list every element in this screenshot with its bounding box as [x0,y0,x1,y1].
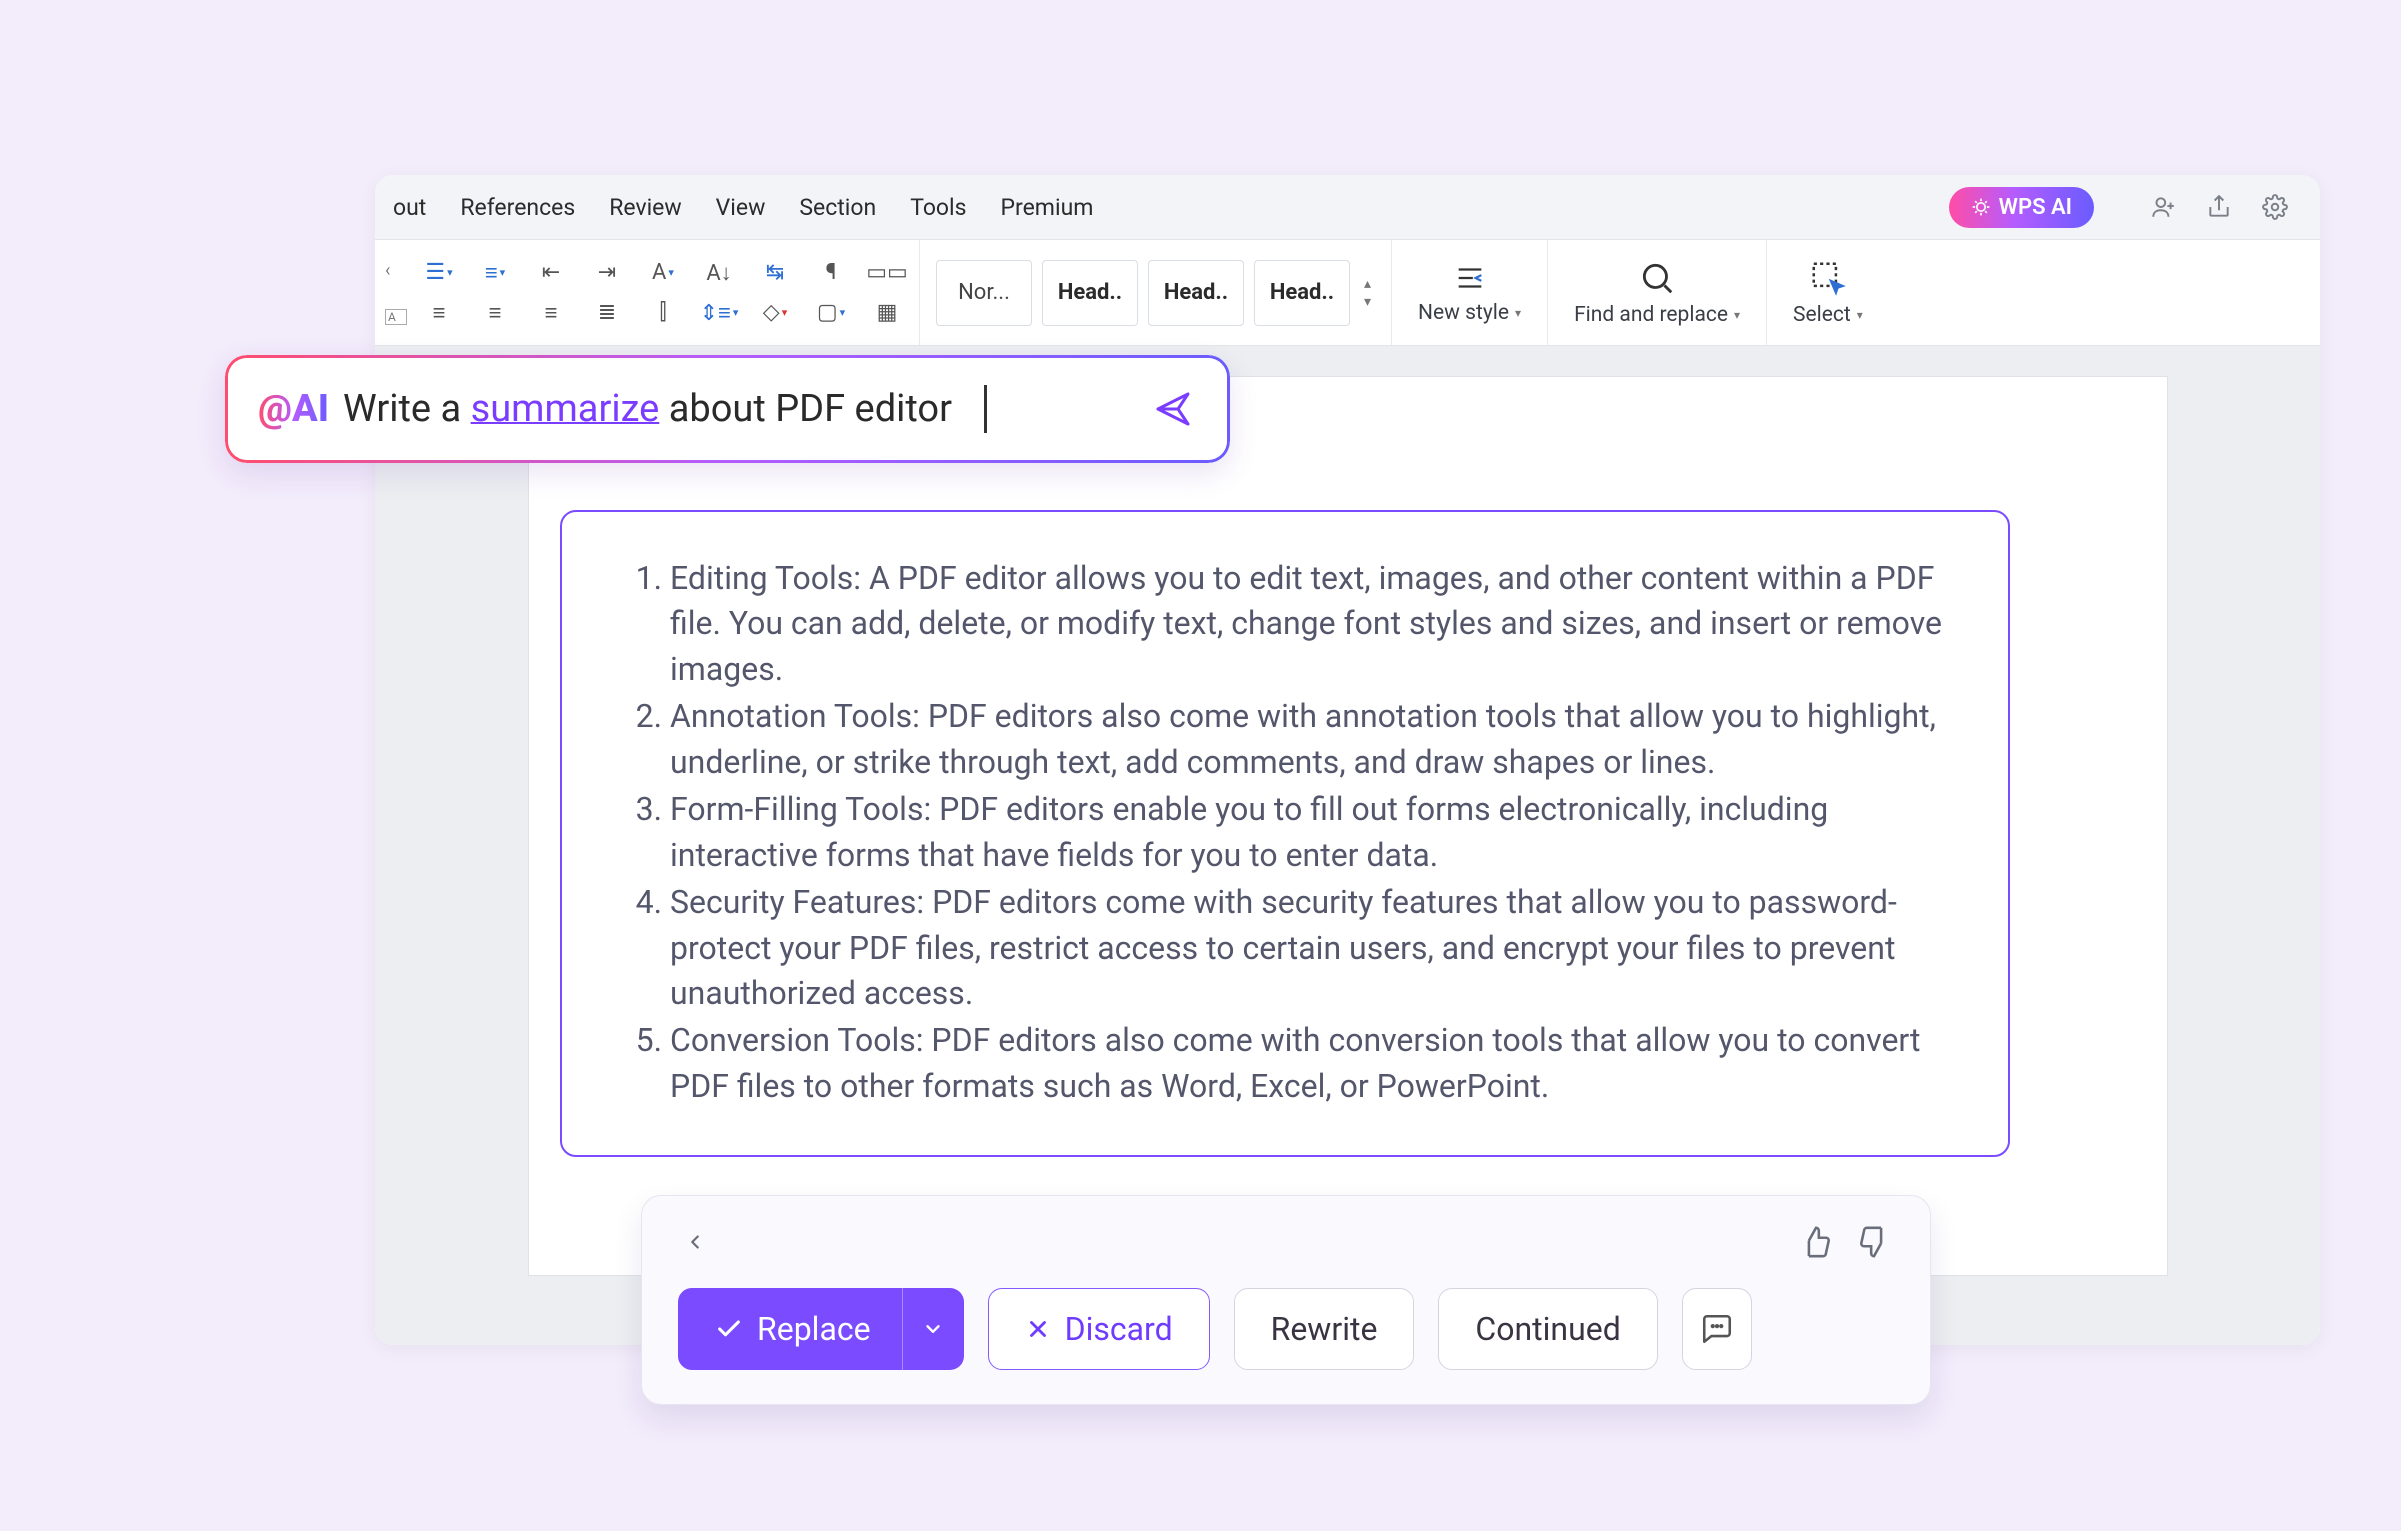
ai-underlined-keyword: summarize [471,387,660,431]
back-icon[interactable] [678,1223,712,1261]
ribbon-toolbar: ‹A ☰▾ ≡▾ ⇤ ⇥ A▾ A↓ ↹ ¶ ▭▭ ≡ ≡ ≡ [375,240,2320,346]
rewrite-button[interactable]: Rewrite [1234,1288,1415,1370]
style-heading2[interactable]: Head.. [1148,260,1244,326]
paragraph-marks-icon[interactable]: ¶ [813,258,849,288]
discard-button[interactable]: Discard [988,1288,1210,1370]
text-cursor [984,385,987,433]
style-heading1[interactable]: Head.. [1042,260,1138,326]
align-left-icon[interactable]: ≡ [421,298,457,328]
ai-prompt-text[interactable]: Write a summarize about PDF editor [343,387,952,431]
styles-group: Nor... Head.. Head.. Head.. ▴▾ [920,240,1392,345]
shading-icon[interactable]: ◇▾ [757,298,793,328]
generated-list: Editing Tools: A PDF editor allows you t… [626,556,1944,1109]
menu-item-section[interactable]: Section [799,194,876,221]
new-style-button[interactable]: New style▾ [1392,240,1548,345]
list-item: Conversion Tools: PDF editors also come … [670,1018,1944,1109]
list-item: Form-Filling Tools: PDF editors enable y… [670,787,1944,878]
paragraph-group: ☰▾ ≡▾ ⇤ ⇥ A▾ A↓ ↹ ¶ ▭▭ ≡ ≡ ≡ ≣ ⫿ ⇕≡▾ [407,240,920,345]
menubar: out References Review View Section Tools… [375,175,2320,240]
share-icon[interactable] [2204,192,2234,222]
align-center-icon[interactable]: ≡ [477,298,513,328]
sort-icon[interactable]: A↓ [701,258,737,288]
wps-ai-button[interactable]: WPS AI [1949,187,2094,228]
style-gallery-stepper[interactable]: ▴▾ [1360,276,1375,310]
menu-item-out[interactable]: out [393,194,426,221]
list-item: Annotation Tools: PDF editors also come … [670,694,1944,785]
menu-item-references[interactable]: References [460,194,575,221]
wps-ai-label: WPS AI [1999,195,2072,220]
menu-item-tools[interactable]: Tools [910,194,966,221]
menu-item-view[interactable]: View [716,194,766,221]
check-icon [715,1315,743,1343]
list-item: Editing Tools: A PDF editor allows you t… [670,556,1944,692]
ai-prompt-bar[interactable]: @AI Write a summarize about PDF editor [225,355,1230,463]
align-right-icon[interactable]: ≡ [533,298,569,328]
settings-icon[interactable] [2260,192,2290,222]
ai-generated-card: Editing Tools: A PDF editor allows you t… [560,510,2010,1157]
sparkle-icon [1971,197,1991,217]
columns-icon[interactable]: ▭▭ [869,258,905,288]
align-justify-icon[interactable]: ≣ [589,298,625,328]
find-replace-button[interactable]: Find and replace▾ [1548,240,1767,345]
layout-icon[interactable]: ▦ [869,298,905,328]
send-icon[interactable] [1149,385,1197,433]
chat-button[interactable] [1682,1288,1752,1370]
line-spacing-icon[interactable]: ⇕≡▾ [701,298,737,328]
close-icon [1025,1316,1051,1342]
text-direction-icon[interactable]: ↹ [757,258,793,288]
continued-button[interactable]: Continued [1438,1288,1657,1370]
ribbon-scroll-edge: ‹A [385,240,407,345]
text-effects-icon[interactable]: A▾ [645,258,681,288]
ai-mention-tag: @AI [258,387,329,431]
numbering-icon[interactable]: ≡▾ [477,258,513,288]
replace-button[interactable]: Replace [678,1288,902,1370]
borders-icon[interactable]: ▢▾ [813,298,849,328]
list-item: Security Features: PDF editors come with… [670,880,1944,1016]
style-heading3[interactable]: Head.. [1254,260,1350,326]
menu-item-review[interactable]: Review [609,194,681,221]
menu-item-premium[interactable]: Premium [1001,194,1094,221]
select-button[interactable]: Select▾ [1767,240,1889,345]
replace-dropdown-button[interactable] [902,1288,964,1370]
ai-action-bar: Replace Discard Rewrite Continued [641,1195,1931,1405]
style-normal[interactable]: Nor... [936,260,1032,326]
add-user-icon[interactable] [2148,192,2178,222]
thumbs-down-icon[interactable] [1854,1222,1894,1262]
indent-increase-icon[interactable]: ⇥ [589,258,625,288]
search-icon [1638,259,1676,297]
thumbs-up-icon[interactable] [1796,1222,1836,1262]
bullets-icon[interactable]: ☰▾ [421,258,457,288]
indent-decrease-icon[interactable]: ⇤ [533,258,569,288]
new-style-icon [1450,261,1490,295]
select-icon [1809,259,1847,297]
distribute-icon[interactable]: ⫿ [645,298,681,328]
